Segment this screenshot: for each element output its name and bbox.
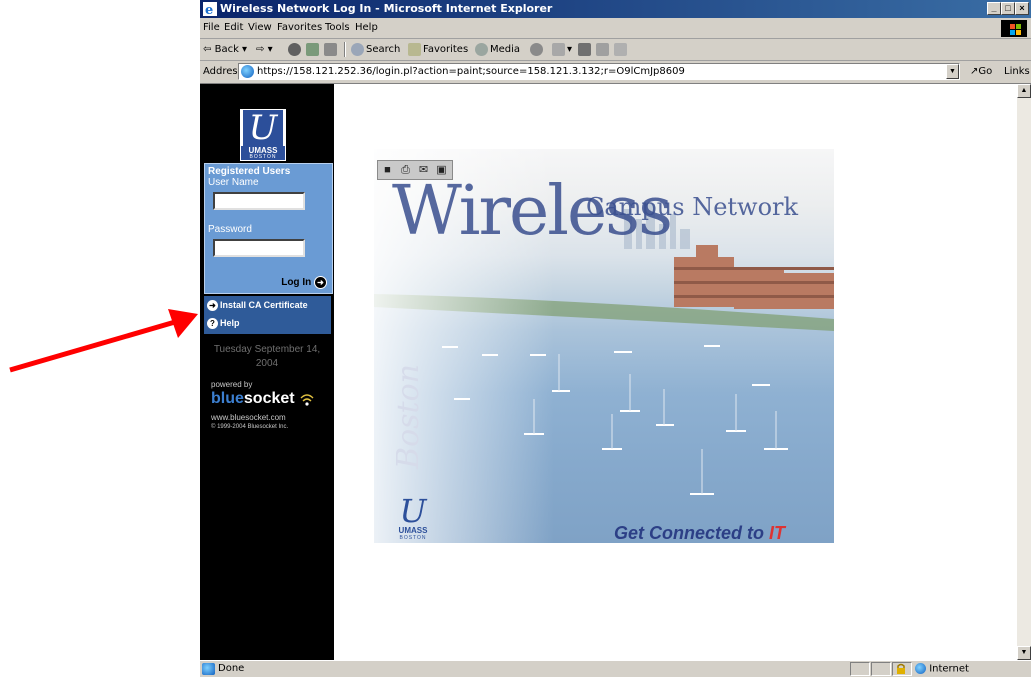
install-ca-certificate-link[interactable]: ➜ Install CA Certificate bbox=[207, 300, 308, 312]
sidebar: U UMASS BOSTON Registered Users User Nam… bbox=[200, 84, 334, 660]
banner-tagline: Get Connected to IT bbox=[614, 523, 786, 543]
wireless-signal-icon bbox=[300, 394, 314, 406]
mail-icon bbox=[552, 42, 565, 56]
close-button[interactable]: × bbox=[1015, 2, 1029, 15]
maximize-button[interactable]: □ bbox=[1001, 2, 1015, 15]
page-done-icon bbox=[202, 663, 215, 675]
umass-u-mark: U bbox=[243, 110, 283, 146]
vertical-scrollbar[interactable]: ▲ ▼ bbox=[1017, 84, 1031, 660]
home-button[interactable] bbox=[324, 42, 339, 57]
globe-icon bbox=[915, 663, 926, 674]
bluesocket-logo: bluesocket bbox=[211, 390, 315, 408]
forward-arrow-icon: ⇨ bbox=[256, 44, 265, 55]
menu-help[interactable]: Help bbox=[355, 22, 378, 33]
bluesocket-url: www.bluesocket.com bbox=[211, 413, 286, 422]
page-icon bbox=[241, 65, 254, 78]
password-label: Password bbox=[208, 224, 252, 235]
address-dropdown-button[interactable]: ▼ bbox=[946, 64, 959, 79]
wireless-campus-banner: ■ ⎙ ✉ ▣ Wireless Campus Network Boston U… bbox=[374, 149, 834, 543]
browser-window: e Wireless Network Log In - Microsoft In… bbox=[200, 0, 1031, 677]
bluesocket-copyright: © 1999-2004 Bluesocket Inc. bbox=[211, 424, 289, 430]
security-zone: Internet bbox=[915, 663, 969, 675]
print-button[interactable] bbox=[578, 42, 593, 57]
umass-u-mark: U bbox=[399, 492, 427, 530]
banner-logo-text: UMASS bbox=[398, 526, 428, 535]
print-icon bbox=[578, 42, 591, 56]
banner-boston-text: Boston bbox=[390, 364, 426, 469]
page-content: U UMASS BOSTON Registered Users User Nam… bbox=[200, 84, 1017, 660]
arrow-right-icon: ➜ bbox=[314, 276, 327, 289]
password-input[interactable] bbox=[213, 239, 305, 257]
banner-umass-logo: U UMASS BOSTON bbox=[395, 492, 431, 541]
powered-by-label: powered by bbox=[211, 380, 253, 389]
status-pane bbox=[850, 662, 870, 676]
scroll-up-button[interactable]: ▲ bbox=[1017, 84, 1031, 98]
mail-button[interactable]: ▾ bbox=[552, 42, 572, 57]
address-label: Address bbox=[203, 66, 243, 77]
menu-favorites[interactable]: Favorites bbox=[277, 22, 322, 33]
refresh-button[interactable] bbox=[306, 42, 321, 57]
menu-bar: File Edit View Favorites Tools Help bbox=[200, 19, 1031, 39]
lock-icon bbox=[892, 662, 912, 676]
menu-view[interactable]: View bbox=[248, 22, 272, 33]
username-input[interactable] bbox=[213, 192, 305, 210]
search-button[interactable]: Search bbox=[351, 42, 400, 57]
menu-file[interactable]: File bbox=[203, 22, 220, 33]
umass-logo: U UMASS BOSTON bbox=[240, 109, 286, 161]
login-button[interactable]: Log In ➜ bbox=[281, 276, 327, 289]
toolbar: ⇦ Back ▾ ⇨ ▾ Search Favorites Media ▾ bbox=[200, 39, 1031, 61]
menu-edit[interactable]: Edit bbox=[224, 22, 243, 33]
address-input[interactable]: https://158.121.252.36/login.pl?action=p… bbox=[238, 63, 960, 80]
status-bar: Done Internet bbox=[200, 660, 1031, 677]
back-button[interactable]: ⇦ Back ▾ bbox=[203, 42, 247, 57]
favorites-button[interactable]: Favorites bbox=[408, 42, 468, 57]
windows-logo-icon bbox=[1001, 20, 1027, 37]
refresh-icon bbox=[306, 42, 319, 56]
registered-users-heading: Registered Users bbox=[208, 166, 291, 177]
current-date: Tuesday September 14, 2004 bbox=[213, 344, 321, 369]
scroll-down-button[interactable]: ▼ bbox=[1017, 646, 1031, 660]
login-form: Registered Users User Name Password Log … bbox=[204, 163, 333, 294]
logo-subtext: BOSTON bbox=[241, 155, 285, 160]
annotation-arrow bbox=[9, 309, 198, 373]
home-icon bbox=[324, 42, 337, 56]
stop-icon bbox=[288, 42, 301, 56]
status-text: Done bbox=[218, 663, 245, 674]
help-link[interactable]: ? Help bbox=[207, 318, 240, 330]
media-button[interactable]: Media bbox=[475, 42, 520, 57]
favorites-icon bbox=[408, 42, 421, 56]
menu-tools[interactable]: Tools bbox=[325, 22, 350, 33]
ie-icon: e bbox=[203, 2, 217, 16]
go-button[interactable]: ↗Go bbox=[970, 66, 992, 77]
sidebar-links: ➜ Install CA Certificate ? Help bbox=[204, 296, 331, 334]
search-icon bbox=[351, 42, 364, 56]
svg-text:e: e bbox=[205, 3, 213, 16]
back-arrow-icon: ⇦ bbox=[203, 44, 212, 55]
address-bar: Address https://158.121.252.36/login.pl?… bbox=[200, 61, 1031, 84]
banner-logo-subtext: BOSTON bbox=[399, 535, 427, 541]
history-button[interactable] bbox=[530, 42, 545, 57]
banner-title-campus-network: Campus Network bbox=[586, 193, 799, 221]
arrow-right-icon: ➜ bbox=[207, 300, 218, 312]
edit-icon bbox=[596, 42, 609, 56]
links-button[interactable]: Links bbox=[1004, 66, 1030, 77]
history-icon bbox=[530, 42, 543, 56]
edit-button[interactable] bbox=[596, 42, 611, 57]
forward-button[interactable]: ⇨ ▾ bbox=[256, 42, 273, 57]
toolbar-separator bbox=[344, 42, 346, 57]
question-icon: ? bbox=[207, 318, 218, 330]
address-url: https://158.121.252.36/login.pl?action=p… bbox=[257, 66, 685, 77]
username-label: User Name bbox=[208, 177, 259, 188]
window-title: Wireless Network Log In - Microsoft Inte… bbox=[220, 2, 553, 15]
status-pane bbox=[871, 662, 891, 676]
minimize-button[interactable]: _ bbox=[987, 2, 1001, 15]
discuss-button[interactable] bbox=[614, 42, 629, 57]
media-icon bbox=[475, 42, 488, 56]
discuss-icon bbox=[614, 42, 627, 56]
title-bar: e Wireless Network Log In - Microsoft In… bbox=[200, 0, 1031, 18]
stop-button[interactable] bbox=[288, 42, 303, 57]
